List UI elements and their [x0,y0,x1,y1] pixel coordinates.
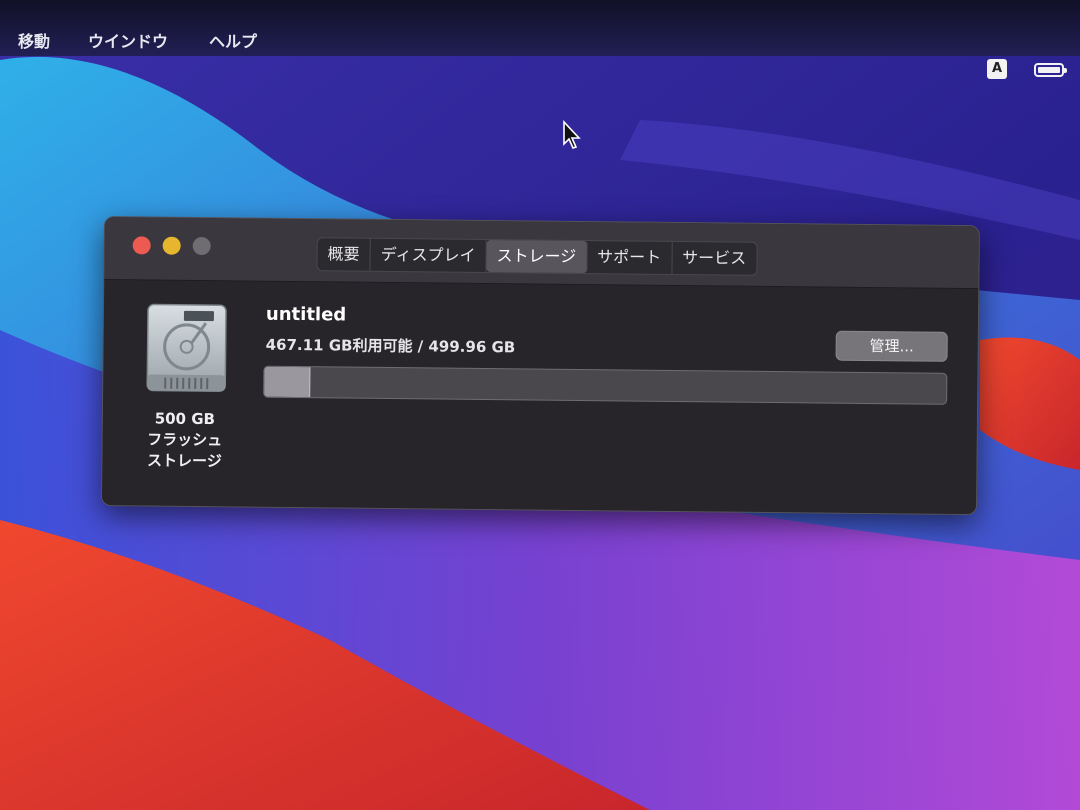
disk-kind-label: ストレージ [146,451,222,471]
disk-type-label: フラッシュ [147,430,223,450]
menu-window[interactable]: ウインドウ [88,28,168,52]
tab-storage[interactable]: ストレージ [486,240,588,274]
about-this-mac-window: 概要 ディスプレイ ストレージ サポート サービス 500 GB フラッシュ ス… [100,216,980,516]
capacity-text: 467.11 GB利用可能 / 499.96 GB [265,335,516,357]
menu-help[interactable]: ヘルプ [209,28,257,52]
hard-drive-icon [146,303,227,392]
disk-description: 500 GB フラッシュ ストレージ [122,408,247,472]
tab-overview[interactable]: 概要 [317,238,371,271]
manage-button[interactable]: 管理... [835,330,948,362]
menu-bar: 移動 ウインドウ ヘルプ [0,0,1080,56]
close-window-icon[interactable] [132,236,151,255]
window-titlebar: 概要 ディスプレイ ストレージ サポート サービス [104,217,979,290]
zoom-window-icon[interactable] [192,236,211,256]
tab-displays[interactable]: ディスプレイ [370,238,487,273]
storage-usage-bar[interactable] [263,365,948,405]
tab-service[interactable]: サービス [672,242,756,275]
storage-panel: 500 GB フラッシュ ストレージ untitled 467.11 GB利用可… [101,280,979,515]
battery-icon[interactable] [1034,63,1067,77]
input-source-indicator[interactable]: A [987,59,1007,79]
minimize-window-icon[interactable] [162,236,181,255]
storage-used-segment[interactable] [264,366,311,398]
volume-name: untitled [265,303,347,326]
mouse-pointer-icon [563,120,581,149]
disk-capacity-label: 500 GB [154,409,216,429]
menu-go[interactable]: 移動 [18,28,50,52]
tab-support[interactable]: サポート [587,241,673,274]
tab-bar: 概要 ディスプレイ ストレージ サポート サービス [316,237,758,276]
